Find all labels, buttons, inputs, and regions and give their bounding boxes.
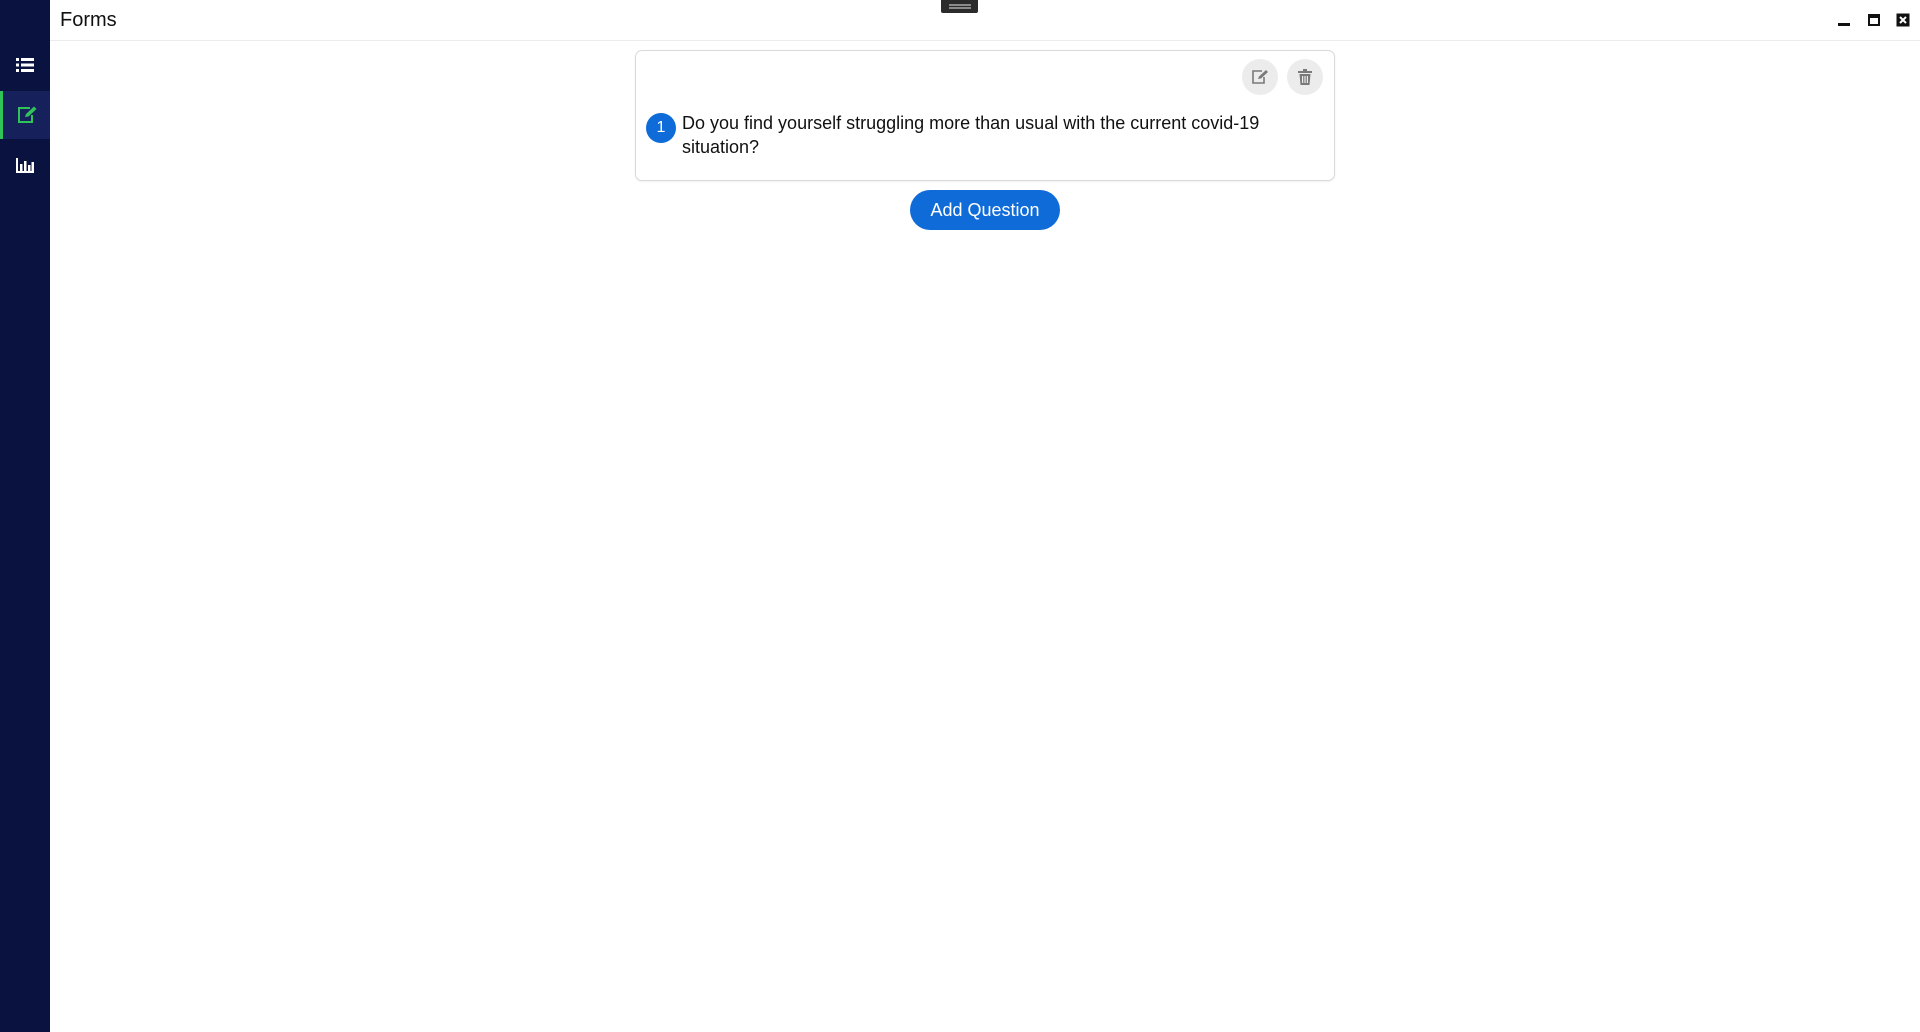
edit-question-button[interactable] [1242,59,1278,95]
app-title: Forms [60,9,117,31]
minimize-button[interactable] [1836,12,1852,28]
bar-chart-icon [16,157,34,173]
question-number-badge: 1 [646,113,676,143]
edit-icon [17,106,36,123]
minimize-icon [1838,23,1850,26]
add-question-button[interactable]: Add Question [910,190,1060,230]
list-icon [16,58,34,72]
sidebar-item-chart[interactable] [0,141,50,189]
close-button[interactable] [1895,12,1911,28]
edit-icon [1252,70,1268,84]
maximize-button[interactable] [1866,12,1882,28]
sidebar-item-edit[interactable] [0,91,50,139]
maximize-icon [1868,14,1880,26]
question-text: Do you find yourself struggling more tha… [682,113,1260,157]
sidebar [0,0,50,1032]
sidebar-item-list[interactable] [0,41,50,89]
close-icon [1896,13,1910,27]
question-card[interactable]: 1 Do you find yourself struggling more t… [635,50,1335,181]
trash-icon [1298,69,1312,85]
delete-question-button[interactable] [1287,59,1323,95]
drag-handle[interactable] [941,0,978,13]
title-bar: Forms [50,0,1920,41]
